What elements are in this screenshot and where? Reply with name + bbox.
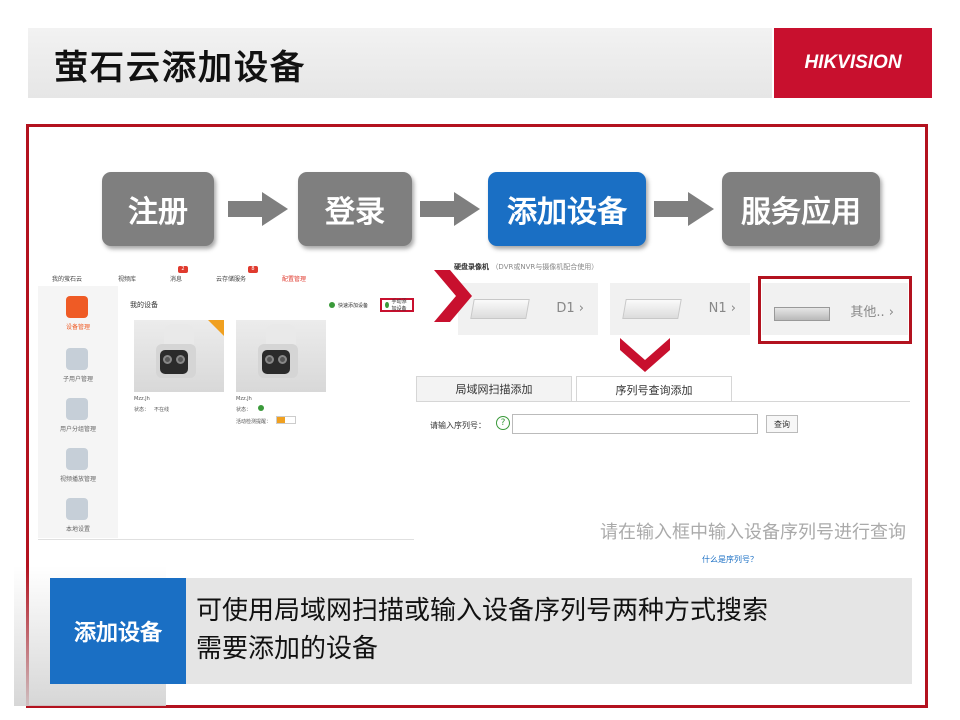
brand-logo: HIKVISION [774,28,932,98]
tab-serial-query[interactable]: 序列号查询添加 [576,376,732,402]
search-hint: 请在输入框中输入设备序列号进行查询 [600,522,906,543]
logo-text: HIKVISION [804,52,902,73]
sidebar-item-video[interactable]: 视频播放管理 [38,442,118,490]
sidebar-item-group[interactable]: 用户分组管理 [38,392,118,440]
device-strip-title: 硬盘录像机 （DVR或NVR与摄像机配合使用） [454,262,598,272]
camera-thumbnail[interactable] [236,320,326,392]
banner-text-line: 需要添加的设备 [196,634,379,664]
page-title: 萤石云添加设备 [54,48,306,88]
notification-badge: 8 [248,266,258,273]
dvr-box-icon [470,299,530,319]
chevron-down-icon [620,338,670,372]
camera-status-label: 状态： [134,407,150,413]
camera-status-value: 不在线 [154,407,170,413]
sidebar-item-label: 子用户管理 [62,376,93,383]
app-screenshot: 我的萤石云 视频库 消息 2 云存储服务 8 配置管理 设备管理 子用户管理 用… [38,262,414,540]
plus-icon [385,302,389,308]
banner-text-line: 可使用局域网扫描或输入设备序列号两种方式搜索 [196,596,769,626]
gear-icon [66,296,88,318]
motion-detect-label: 活动检测提醒： [236,419,272,425]
nvr-box-icon [622,299,682,319]
step-arrow-icon [228,192,290,226]
step-register: 注册 [102,172,214,246]
app-sidebar: 设备管理 子用户管理 用户分组管理 视频播放管理 本地设置 [38,286,118,538]
step-add-device: 添加设备 [488,172,646,246]
camera-thumbnail[interactable] [134,320,224,392]
motion-detect-toggle[interactable] [276,416,296,424]
serial-label: 请输入序列号： [430,421,486,430]
step-arrow-icon [420,192,482,226]
banner-tag: 添加设备 [50,578,186,684]
sidebar-item-label: 用户分组管理 [59,426,96,433]
device-card-label: D1 › [556,301,584,316]
quick-add-button[interactable]: 快速添加设备 [326,298,371,312]
settings-icon [66,498,88,520]
sidebar-item-subuser[interactable]: 子用户管理 [38,342,118,390]
step-login: 登录 [298,172,412,246]
camera-name: Mzz.Jh [236,396,252,402]
video-icon [66,448,88,470]
serial-input[interactable] [512,414,758,434]
my-devices-title: 我的设备 [130,301,158,309]
device-card-label: N1 › [708,301,736,316]
step-service: 服务应用 [722,172,880,246]
app-topnav: 我的萤石云 视频库 消息 2 云存储服务 8 配置管理 [38,266,414,286]
banner-text: 可使用局域网扫描或输入设备序列号两种方式搜索 需要添加的设备 [196,592,908,668]
topnav-item[interactable]: 云存储服务 [216,274,246,283]
notification-badge: 2 [178,266,188,273]
info-icon [258,405,264,411]
search-panel: 局域网扫描添加 序列号查询添加 请输入序列号： ? 查询 请在输入框中输入设备序… [416,376,910,580]
step-arrow-icon [654,192,716,226]
camera-status-label: 状态： [236,407,252,413]
sidebar-item-device-mgmt[interactable]: 设备管理 [38,290,118,338]
device-card-d1[interactable]: D1 › [458,283,598,335]
topnav-item[interactable]: 消息 [170,274,182,283]
query-button[interactable]: 查询 [766,415,798,433]
plus-icon [329,302,335,308]
help-icon[interactable]: ? [496,416,510,430]
device-card-n1[interactable]: N1 › [610,283,750,335]
tab-divider [416,401,910,402]
chevron-right-icon [434,270,472,322]
manual-add-button[interactable]: 手动添加设备 [380,298,414,312]
topnav-item[interactable]: 视频库 [118,274,136,283]
users-icon [66,348,88,370]
tab-lan-scan[interactable]: 局域网扫描添加 [416,376,572,402]
topnav-item[interactable]: 配置管理 [282,274,306,283]
highlight-frame [758,276,912,344]
upgrade-tag-icon [208,320,224,336]
sidebar-item-label: 视频播放管理 [59,476,96,483]
sidebar-item-label: 本地设置 [65,526,90,533]
slide: 萤石云添加设备 HIKVISION 注册 登录 添加设备 服务应用 我的萤石云 … [0,0,960,720]
group-icon [66,398,88,420]
quick-add-label: 快速添加设备 [338,302,369,309]
topnav-item[interactable]: 我的萤石云 [52,274,82,283]
sidebar-item-label: 设备管理 [65,324,90,331]
sidebar-item-local[interactable]: 本地设置 [38,492,118,540]
camera-name: Mzz.Jh [134,396,150,402]
what-is-serial-link[interactable]: 什么是序列号？ [702,554,758,565]
manual-add-label: 手动添加设备 [391,299,407,312]
device-strip-subtitle: （DVR或NVR与摄像机配合使用） [491,263,599,271]
